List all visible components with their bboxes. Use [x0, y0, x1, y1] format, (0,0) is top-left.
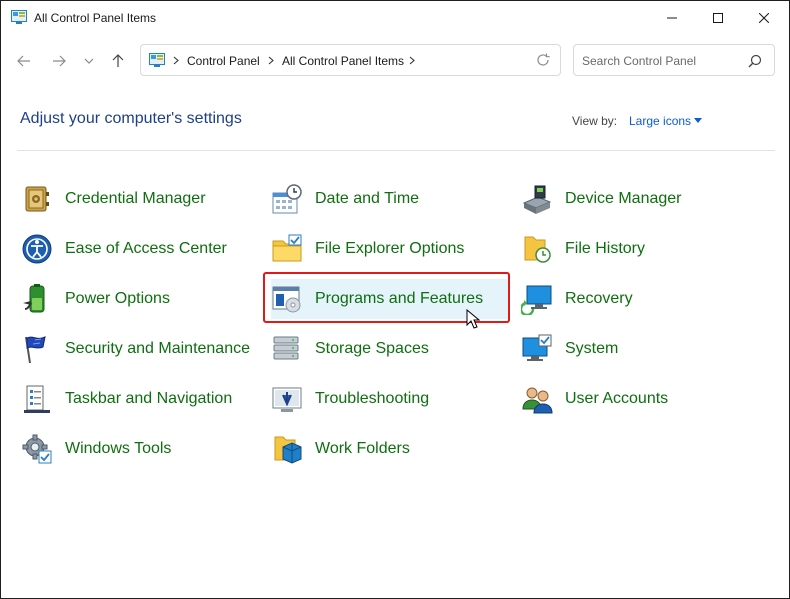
item-label: Work Folders [315, 440, 410, 457]
maximize-icon [713, 13, 723, 23]
item-security-and-maintenance[interactable]: Security and Maintenance [21, 329, 250, 369]
item-label: Power Options [65, 290, 170, 307]
item-label: Storage Spaces [315, 340, 429, 357]
close-icon [759, 13, 769, 23]
back-button[interactable] [10, 47, 38, 75]
item-windows-tools[interactable]: Windows Tools [21, 429, 171, 469]
item-device-manager[interactable]: Device Manager [521, 179, 682, 219]
file-history-icon [524, 236, 551, 263]
page-title: Adjust your computer's settings [20, 110, 242, 127]
item-storage-spaces[interactable]: Storage Spaces [271, 329, 429, 369]
minimize-button[interactable] [649, 1, 695, 35]
control-panel-window: All Control Panel Items Control Panel Al… [0, 0, 790, 599]
item-file-history[interactable]: File History [521, 229, 645, 269]
close-button[interactable] [741, 1, 787, 35]
item-label: File Explorer Options [315, 240, 465, 257]
mouse-cursor-icon [466, 309, 480, 329]
item-label: Windows Tools [65, 440, 172, 457]
minimize-icon [667, 17, 677, 19]
item-power-options[interactable]: Power Options [21, 279, 170, 319]
item-label: User Accounts [565, 390, 669, 407]
item-label: Date and Time [315, 190, 420, 207]
recovery-icon [521, 285, 552, 315]
item-date-and-time[interactable]: Date and Time [271, 179, 419, 219]
arrow-up-icon [112, 54, 124, 67]
clock-calendar-icon [272, 184, 302, 214]
item-label: System [565, 340, 619, 357]
flag-icon [25, 336, 46, 364]
chevron-right-icon[interactable] [268, 56, 274, 65]
recent-locations-button[interactable] [75, 47, 103, 75]
item-label: Security and Maintenance [65, 340, 250, 357]
item-credential-manager[interactable]: Credential Manager [21, 179, 206, 219]
item-taskbar-and-navigation[interactable]: Taskbar and Navigation [21, 379, 232, 419]
breadcrumb-all-items[interactable]: All Control Panel Items [282, 54, 404, 68]
taskbar-icon [24, 385, 50, 413]
item-work-folders[interactable]: Work Folders [271, 429, 410, 469]
search-icon[interactable] [748, 54, 762, 68]
item-ease-of-access-center[interactable]: Ease of Access Center [21, 229, 227, 269]
storage-icon [273, 336, 299, 360]
refresh-icon[interactable] [534, 51, 552, 69]
troubleshoot-icon [272, 387, 302, 412]
view-by-dropdown[interactable]: Large icons [629, 114, 691, 128]
forward-button[interactable] [45, 47, 73, 75]
arrow-left-icon [17, 55, 30, 67]
chevron-right-icon[interactable] [409, 56, 415, 65]
item-label: Ease of Access Center [65, 240, 227, 257]
monitor-check-icon [522, 334, 552, 361]
ease-of-access-icon [22, 234, 52, 264]
address-bar[interactable]: Control Panel All Control Panel Items [140, 44, 561, 76]
search-input[interactable]: Search Control Panel [582, 54, 696, 68]
chevron-right-icon [173, 56, 179, 65]
maximize-button[interactable] [695, 1, 741, 35]
search-box[interactable]: Search Control Panel [573, 44, 775, 76]
item-file-explorer-options[interactable]: File Explorer Options [271, 229, 464, 269]
item-label: File History [565, 240, 646, 257]
arrow-right-icon [53, 55, 66, 67]
control-panel-icon [149, 53, 165, 67]
item-troubleshooting[interactable]: Troubleshooting [271, 379, 429, 419]
item-label: Taskbar and Navigation [65, 390, 233, 407]
divider [17, 150, 775, 151]
chevron-down-icon [84, 58, 94, 64]
vault-icon [25, 186, 49, 212]
item-recovery[interactable]: Recovery [521, 279, 633, 319]
folder-options-icon [272, 234, 302, 262]
item-label: Recovery [565, 290, 633, 307]
item-user-accounts[interactable]: User Accounts [521, 379, 668, 419]
view-by-label: View by: [572, 114, 618, 128]
up-button[interactable] [104, 47, 132, 75]
battery-icon [23, 284, 45, 313]
breadcrumb-control-panel[interactable]: Control Panel [187, 54, 260, 68]
item-label: Troubleshooting [315, 390, 430, 407]
device-manager-icon [522, 185, 552, 214]
control-panel-icon [11, 10, 27, 24]
item-label: Device Manager [565, 190, 682, 207]
item-label: Credential Manager [65, 190, 206, 207]
gear-tools-icon [22, 434, 52, 464]
title-bar: All Control Panel Items [1, 1, 789, 35]
work-folders-icon [274, 436, 302, 464]
caret-down-icon[interactable] [694, 118, 702, 123]
users-icon [522, 387, 553, 414]
window-title: All Control Panel Items [34, 11, 157, 25]
item-system[interactable]: System [521, 329, 618, 369]
